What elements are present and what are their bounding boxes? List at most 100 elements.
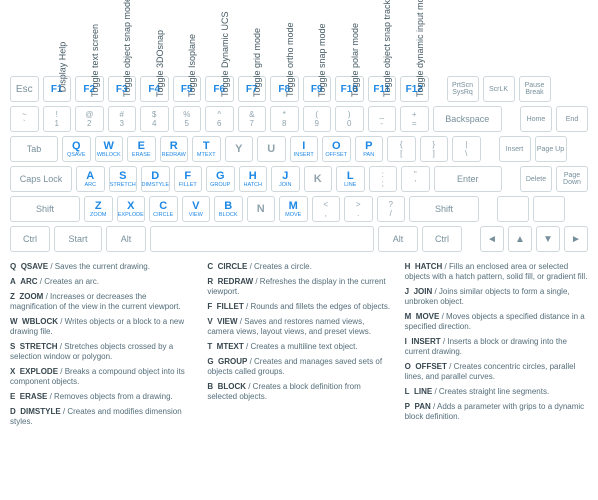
legend-item-l: L LINE / Creates straight line segments.	[405, 387, 588, 397]
number-row: ~`!1@2#3$4%5^6&7*8(9)0_-+=Backspace HomeE…	[10, 106, 588, 132]
legend-item-a: A ARC / Creates an arc.	[10, 277, 193, 287]
page-down-key[interactable]: Page Down	[556, 166, 588, 192]
key-/[interactable]: ?/	[377, 196, 406, 222]
ctrl-right-key[interactable]: Ctrl	[422, 226, 462, 252]
key-a[interactable]: AARC	[76, 166, 105, 192]
key-v[interactable]: VVIEW	[182, 196, 211, 222]
key-k[interactable]: K	[304, 166, 333, 192]
key-q[interactable]: QQSAVE	[62, 136, 91, 162]
capslock-key[interactable]: Caps Lock	[10, 166, 72, 192]
tab-row: TabQQSAVEWWBLOCKEERASERREDRAWTMTEXTYUIIN…	[10, 136, 588, 162]
key-3[interactable]: #3	[108, 106, 137, 132]
page-up-key[interactable]: Page Up	[535, 136, 567, 162]
fn-label-7: Toggle grid mode	[241, 10, 274, 72]
key-8[interactable]: *8	[270, 106, 299, 132]
fn-label-8: Toggle ortho mode	[274, 10, 307, 72]
key-=[interactable]: +=	[400, 106, 429, 132]
key-n[interactable]: N	[247, 196, 276, 222]
key-i[interactable]: IINSERT	[290, 136, 319, 162]
key-4[interactable]: $4	[140, 106, 169, 132]
tab-key[interactable]: Tab	[10, 136, 58, 162]
gap	[483, 196, 493, 222]
key-g[interactable]: GGROUP	[206, 166, 235, 192]
legend-item-e: E ERASE / Removes objects from a drawing…	[10, 392, 193, 402]
key-z[interactable]: ZZOOM	[84, 196, 113, 222]
shift-right-key[interactable]: Shift	[409, 196, 479, 222]
key-`[interactable]: ~`	[10, 106, 39, 132]
function-key-labels: Display HelpToggle text screenToggle obj…	[46, 10, 588, 72]
left-arrow-key[interactable]: ◄	[480, 226, 504, 252]
legend-item-i: I INSERT / Inserts a block or drawing in…	[405, 337, 588, 357]
legend-item-s: S STRETCH / Stretches objects crossed by…	[10, 342, 193, 362]
shift-left-key[interactable]: Shift	[10, 196, 80, 222]
start-key[interactable]: Start	[54, 226, 102, 252]
legend-item-j: J JOIN / Joins similar objects to form a…	[405, 287, 588, 307]
prtscn-key[interactable]: PrtScn SysRq	[447, 76, 479, 102]
key-t[interactable]: TMTEXT	[192, 136, 221, 162]
alt-right-key[interactable]: Alt	[378, 226, 418, 252]
key-y[interactable]: Y	[225, 136, 254, 162]
fn-label-3: Toggle object snap mode	[111, 10, 144, 72]
key-,[interactable]: <,	[312, 196, 341, 222]
legend-item-x: X EXPLODE / Breaks a compound object int…	[10, 367, 193, 387]
key-d[interactable]: DDIMSTYLE	[141, 166, 170, 192]
key-7[interactable]: &7	[238, 106, 267, 132]
key-.[interactable]: >.	[344, 196, 373, 222]
ctrl-left-key[interactable]: Ctrl	[10, 226, 50, 252]
key-2[interactable]: @2	[75, 106, 104, 132]
key-6[interactable]: ^6	[205, 106, 234, 132]
key-][interactable]: }]	[420, 136, 449, 162]
key--[interactable]: _-	[368, 106, 397, 132]
key-f[interactable]: FFILLET	[174, 166, 203, 192]
key-p[interactable]: PPAN	[355, 136, 384, 162]
fn-label-4: Toggle 3DOsnap	[144, 10, 177, 72]
key-o[interactable]: OOFFSET	[322, 136, 351, 162]
keyboard: EscF1F2F3F4F5F6F7F8F9F10F11F12PrtScn Sys…	[10, 76, 588, 252]
key-l[interactable]: LLINE	[336, 166, 365, 192]
legend-item-g: G GROUP / Creates and manages saved sets…	[207, 357, 390, 377]
key-\[interactable]: |\	[452, 136, 481, 162]
end-key[interactable]: End	[556, 106, 588, 132]
caps-row: Caps LockAARCSSTRETCHDDIMSTYLEFFILLETGGR…	[10, 166, 588, 192]
alt-left-key[interactable]: Alt	[106, 226, 146, 252]
legend-item-w: W WBLOCK / Writes objects or a block to …	[10, 317, 193, 337]
legend-item-z: Z ZOOM / Increases or decreases the magn…	[10, 292, 193, 312]
key-b[interactable]: BBLOCK	[214, 196, 243, 222]
key-5[interactable]: %5	[173, 106, 202, 132]
up-arrow-key[interactable]: ▲	[508, 226, 532, 252]
key-h[interactable]: HHATCH	[239, 166, 268, 192]
key-w[interactable]: WWBLOCK	[95, 136, 124, 162]
right-arrow-key[interactable]: ►	[564, 226, 588, 252]
legend-col-3: H HATCH / Fills an enclosed area or sele…	[405, 262, 588, 427]
key-m[interactable]: MMOVE	[279, 196, 308, 222]
space-key[interactable]	[150, 226, 374, 252]
insert-key[interactable]: Insert	[499, 136, 531, 162]
legend-col-1: Q QSAVE / Saves the current drawing.A AR…	[10, 262, 193, 427]
key-r[interactable]: RREDRAW	[160, 136, 189, 162]
backspace-key[interactable]: Backspace	[433, 106, 503, 132]
gap	[485, 136, 495, 162]
key-;[interactable]: :;	[369, 166, 398, 192]
key-[[interactable]: {[	[387, 136, 416, 162]
gap	[466, 226, 476, 252]
escape-key[interactable]: Esc	[10, 76, 39, 102]
enter-key[interactable]: Enter	[434, 166, 503, 192]
down-arrow-key[interactable]: ▼	[536, 226, 560, 252]
key-u[interactable]: U	[257, 136, 286, 162]
key-'[interactable]: "'	[401, 166, 430, 192]
legend-item-t: T MTEXT / Creates a multiline text objec…	[207, 342, 390, 352]
delete-key[interactable]: Delete	[520, 166, 552, 192]
key-s[interactable]: SSTRETCH	[109, 166, 138, 192]
home-key[interactable]: Home	[520, 106, 552, 132]
pause-key[interactable]: Pause Break	[519, 76, 551, 102]
key-x[interactable]: XEXPLODE	[117, 196, 146, 222]
key-1[interactable]: !1	[43, 106, 72, 132]
key-e[interactable]: EERASE	[127, 136, 156, 162]
legend-item-m: M MOVE / Moves objects a specified dista…	[405, 312, 588, 332]
scrlk-key[interactable]: ScrLK	[483, 76, 515, 102]
shift-row: ShiftZZOOMXEXPLODECCIRCLEVVIEWBBLOCKNMMO…	[10, 196, 588, 222]
key-c[interactable]: CCIRCLE	[149, 196, 178, 222]
key-j[interactable]: JJOIN	[271, 166, 300, 192]
key-9[interactable]: (9	[303, 106, 332, 132]
key-0[interactable]: )0	[335, 106, 364, 132]
